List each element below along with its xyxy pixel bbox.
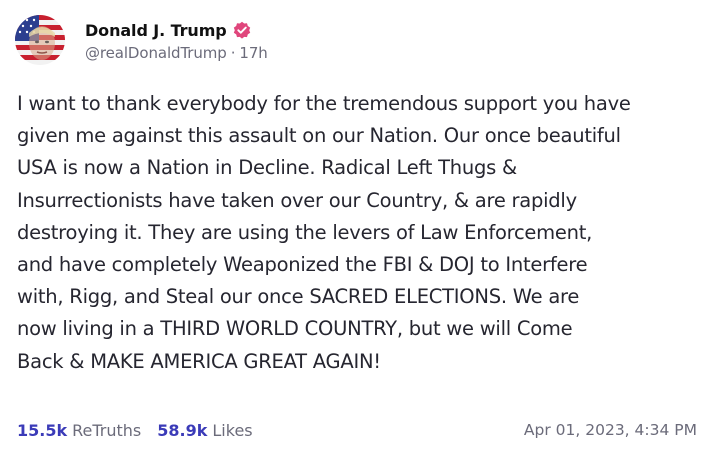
handle[interactable]: @realDonaldTrump (85, 44, 227, 62)
truth-post: Donald J. Trump @realDonaldTrump · 17h I… (0, 0, 712, 453)
display-name[interactable]: Donald J. Trump (85, 21, 227, 40)
name-row: Donald J. Trump (85, 18, 268, 42)
post-text: I want to thank everybody for the tremen… (17, 92, 631, 373)
likes-stat[interactable]: 58.9k Likes (157, 421, 252, 440)
retruths-label: ReTruths (72, 420, 142, 440)
post-footer: 15.5k ReTruths 58.9k Likes Apr 01, 2023,… (17, 418, 697, 442)
meta-separator: · (230, 44, 236, 62)
likes-count: 58.9k (157, 420, 208, 440)
flag-portrait-avatar-icon (15, 15, 65, 65)
likes-label: Likes (212, 420, 253, 440)
post-header: Donald J. Trump @realDonaldTrump · 17h (15, 12, 268, 68)
post-age[interactable]: 17h (239, 44, 267, 62)
retruths-count: 15.5k (17, 420, 68, 440)
author-block: Donald J. Trump @realDonaldTrump · 17h (85, 18, 268, 63)
avatar[interactable] (15, 15, 65, 65)
meta-row: @realDonaldTrump · 17h (85, 44, 268, 62)
post-timestamp[interactable]: Apr 01, 2023, 4:34 PM (524, 421, 697, 439)
verified-badge-icon (233, 21, 251, 39)
retruths-stat[interactable]: 15.5k ReTruths (17, 421, 141, 440)
